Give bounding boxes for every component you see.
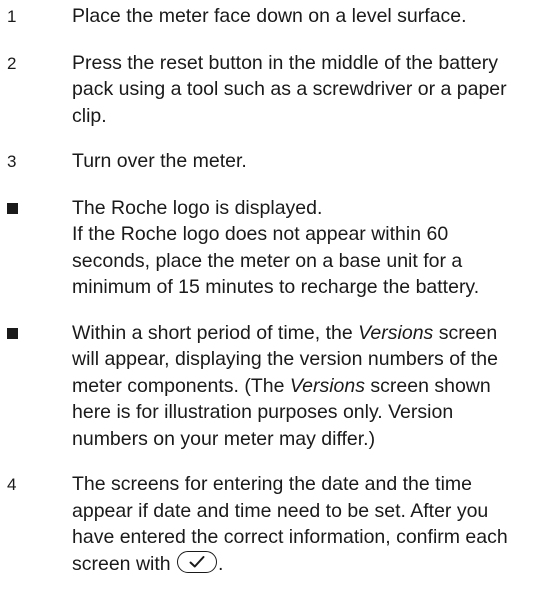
step-text: Press the reset button in the middle of …: [72, 51, 507, 127]
step-2: 2 Press the reset button in the middle o…: [0, 50, 559, 130]
confirm-button-icon: [177, 550, 218, 573]
result-roche-logo: The Roche logo is displayed. If the Roch…: [0, 195, 559, 301]
step-number: 2: [7, 53, 17, 73]
step-text: The screens for entering the date and th…: [72, 473, 508, 575]
step-4: 4 The screens for entering the date and …: [0, 471, 559, 577]
step-text: Within a short period of time, the Versi…: [72, 321, 498, 450]
step-3: 3 Turn over the meter.: [0, 148, 559, 176]
versions-screen-name: Versions: [289, 374, 365, 397]
checkmark-icon: [189, 555, 205, 567]
step-text: Place the meter face down on a level sur…: [72, 5, 467, 27]
instruction-steps: 1 Place the meter face down on a level s…: [0, 0, 559, 577]
step-text: Turn over the meter.: [72, 150, 247, 172]
step-1: 1 Place the meter face down on a level s…: [0, 3, 559, 31]
step-number: 3: [7, 152, 17, 171]
square-bullet-icon: [7, 327, 18, 339]
result-versions-screen: Within a short period of time, the Versi…: [0, 320, 559, 453]
step-text: The Roche logo is displayed. If the Roch…: [72, 196, 480, 299]
step-number: 1: [7, 7, 17, 26]
versions-screen-name: Versions: [358, 321, 434, 344]
step-number: 4: [7, 475, 17, 494]
square-bullet-icon: [7, 202, 18, 214]
